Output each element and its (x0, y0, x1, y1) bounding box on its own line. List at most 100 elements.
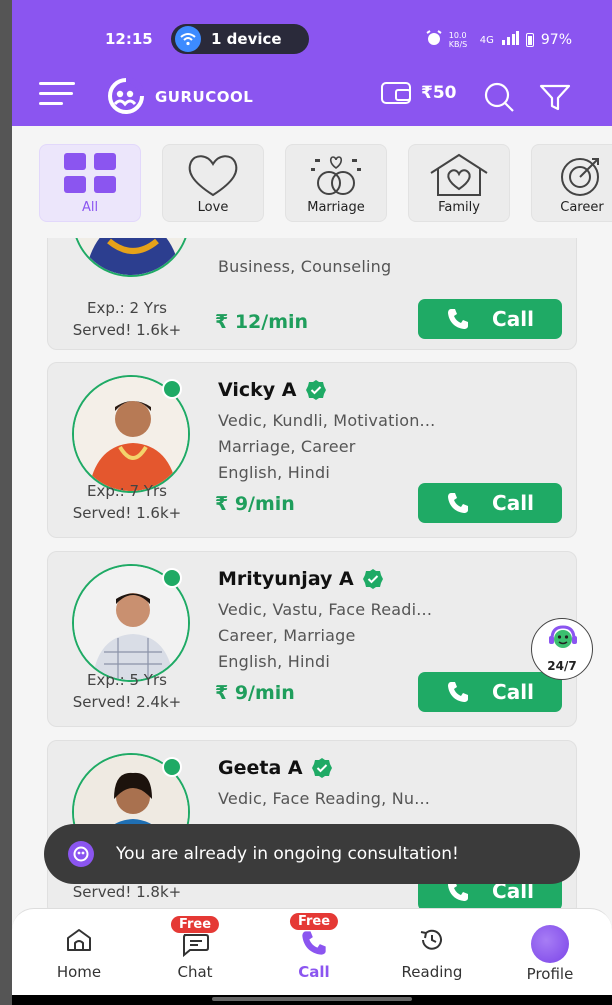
astrologer-avatar (72, 238, 190, 277)
device-pill[interactable]: 1 device (171, 24, 309, 54)
price-per-min: ₹ 9/min (215, 493, 295, 515)
nav-chat[interactable]: Free Chat (140, 909, 250, 996)
call-button[interactable]: Call (418, 483, 562, 523)
nav-label: Reading (401, 963, 463, 981)
nav-call[interactable]: Free Call (259, 909, 369, 996)
nav-reading[interactable]: Reading (377, 909, 487, 996)
history-icon (420, 929, 442, 950)
toast-message: You are already in ongoing consultation! (44, 824, 580, 884)
astrologer-name: Geeta A (218, 757, 333, 779)
languages: English, Hindi (218, 463, 330, 482)
app-logo-text: GURUCOOL (155, 88, 254, 106)
status-indicators: 10.0 KB/S 4G 97% (426, 30, 572, 50)
battery-level: 97% (540, 32, 572, 48)
rocket-icon (561, 158, 599, 196)
category-bar: All Love Marriage Family Career (12, 126, 612, 238)
wallet-icon (381, 82, 411, 104)
price-per-min: ₹ 12/min (215, 311, 309, 333)
wifi-icon (175, 26, 201, 52)
astrologer-avatar (72, 564, 190, 682)
experience: Exp.: 7 Yrs (87, 482, 167, 500)
profile-avatar (531, 925, 569, 963)
phone-icon (448, 682, 469, 702)
call-button[interactable]: Call (418, 672, 562, 712)
wallet-balance: ₹50 (421, 83, 457, 103)
astrologer-card[interactable]: Mrityunjay A Vedic, Vastu, Face Readi...… (47, 551, 577, 727)
served-count: Served! 1.6k+ (72, 321, 182, 339)
support-label: 24/7 (547, 659, 577, 673)
languages: English, Hindi (218, 652, 330, 671)
categories: Career, Marriage (218, 626, 356, 645)
nav-label: Home (56, 963, 102, 981)
support-24x7-button[interactable]: 24/7 (531, 618, 593, 680)
astrologer-name-text: Geeta A (218, 757, 303, 779)
chat-icon (183, 934, 209, 957)
astrologer-name: Mrityunjay A (218, 568, 384, 590)
toast-text: You are already in ongoing consultation! (116, 844, 459, 864)
house-icon (430, 153, 488, 196)
gurucool-logo-icon (68, 841, 94, 867)
header: 12:15 1 device 10.0 KB/S 4G 97% GURUCOOL… (12, 0, 612, 126)
gurucool-logo-icon (104, 77, 148, 114)
system-gesture-bar (12, 995, 612, 1005)
experience: Exp.: 2 Yrs (87, 299, 167, 317)
grid-icon (64, 153, 116, 193)
nav-home[interactable]: Home (24, 909, 134, 996)
experience-block: Exp.: 7 Yrs Served! 1.6k+ (48, 480, 206, 524)
verified-badge-icon (311, 758, 332, 778)
network-type: 4G (479, 34, 494, 46)
nav-label: Profile (526, 965, 574, 983)
nav-label: Chat (177, 963, 213, 981)
free-badge: Free (289, 913, 339, 930)
filter-icon[interactable] (538, 80, 572, 114)
category-label: Career (560, 200, 604, 215)
astrologer-card[interactable]: Vicky A Vedic, Kundli, Motivation... Mar… (47, 362, 577, 538)
phone-icon (448, 493, 469, 513)
search-icon[interactable] (482, 80, 516, 114)
phone-icon (448, 309, 469, 329)
app-bar: GURUCOOL ₹50 (12, 70, 612, 122)
specialties: Vedic, Vastu, Face Readi... (218, 600, 433, 619)
served-count: Served! 2.4k+ (72, 693, 182, 711)
status-bar: 12:15 1 device 10.0 KB/S 4G 97% (12, 18, 612, 62)
rings-icon (311, 156, 361, 195)
status-time: 12:15 (105, 30, 153, 48)
nav-label: Call (298, 963, 330, 981)
net-speed: 10.0 KB/S (448, 31, 468, 49)
online-status-dot (162, 379, 182, 399)
nav-profile[interactable]: Profile (495, 909, 605, 996)
verified-badge-icon (305, 380, 326, 400)
astrologer-avatar (72, 375, 190, 493)
category-all[interactable]: All (39, 144, 141, 222)
category-label: Family (438, 200, 480, 215)
categories: Marriage, Career (218, 437, 356, 456)
experience: Exp.: 5 Yrs (87, 671, 167, 689)
online-status-dot (162, 568, 182, 588)
home-icon (67, 929, 91, 951)
astrologer-list[interactable]: Business, Counseling Exp.: 2 Yrs Served!… (12, 238, 612, 908)
category-family[interactable]: Family (408, 144, 510, 222)
category-love[interactable]: Love (162, 144, 264, 222)
heart-icon (188, 155, 238, 197)
served-count: Served! 1.6k+ (72, 504, 182, 522)
astrologer-name-text: Mrityunjay A (218, 568, 354, 590)
experience-block: Exp.: 2 Yrs Served! 1.6k+ (48, 297, 206, 341)
app-screen: 12:15 1 device 10.0 KB/S 4G 97% GURUCOOL… (12, 0, 612, 1005)
experience-block: Exp.: 5 Yrs Served! 2.4k+ (48, 669, 206, 713)
category-career[interactable]: Career (531, 144, 612, 222)
call-button[interactable]: Call (418, 299, 562, 339)
device-pill-label: 1 device (211, 30, 282, 48)
category-marriage[interactable]: Marriage (285, 144, 387, 222)
specialties: Business, Counseling (218, 257, 392, 276)
experience-block: Served! 1.8k+ (48, 881, 206, 903)
online-status-dot (162, 757, 182, 777)
category-label: Love (197, 200, 229, 215)
call-button-label: Call (492, 307, 534, 331)
served-count: Served! 1.8k+ (72, 883, 182, 901)
astrologer-card[interactable]: Business, Counseling Exp.: 2 Yrs Served!… (47, 238, 577, 350)
category-label: All (81, 200, 99, 215)
category-label: Marriage (307, 200, 365, 215)
wallet-button[interactable]: ₹50 (381, 82, 457, 104)
menu-icon[interactable] (39, 82, 75, 110)
call-button-label: Call (492, 491, 534, 515)
